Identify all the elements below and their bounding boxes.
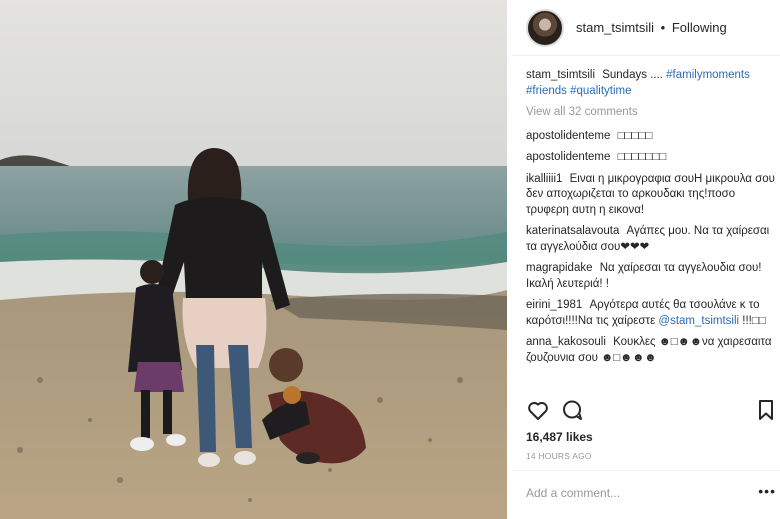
comment-text: □□□□□□□ (617, 151, 667, 163)
comments-list[interactable]: stam_tsimtsili Sundays .... #familymomen… (526, 68, 776, 386)
comment-username[interactable]: eirini_1981 (526, 299, 582, 311)
comment-bubble-icon[interactable] (560, 398, 584, 422)
comment-text: Ειναι η μικρογραφια σουΗ μικρουλα σου δε… (526, 172, 775, 216)
hashtag-qualitytime[interactable]: #qualitytime (570, 85, 631, 97)
comment-mention[interactable]: @stam_tsimtsili (658, 315, 739, 327)
comment-item: ikalliiii1 Ειναι η μικρογραφια σουΗ μικρ… (526, 172, 776, 219)
comment-username[interactable]: apostolidenteme (526, 130, 610, 142)
post-photo[interactable] (0, 0, 507, 519)
comment-item: eirini_1981 Αργότερα αυτές θα τσουλάνε κ… (526, 298, 776, 329)
header-username[interactable]: stam_tsimtsili (576, 20, 654, 35)
comment-username[interactable]: apostolidenteme (526, 151, 610, 163)
caption-username[interactable]: stam_tsimtsili (526, 69, 595, 81)
comment-username[interactable]: anna_kakosouli (526, 336, 606, 348)
comment-username[interactable]: ikalliiii1 (526, 173, 562, 185)
header-text: stam_tsimtsili • Following (576, 20, 727, 35)
likes-count[interactable]: 16,487 likes (526, 430, 593, 444)
comment-username[interactable]: katerinatsalavouta (526, 225, 619, 237)
caption-text: Sundays .... (602, 69, 663, 81)
bookmark-icon[interactable] (754, 398, 778, 422)
comment-item: magrapidake Να χαίρεσαι τα αγγελουδια σο… (526, 261, 776, 292)
hashtag-familymoments[interactable]: #familymoments (666, 69, 750, 81)
comment-username[interactable]: magrapidake (526, 262, 592, 274)
following-button[interactable]: Following (672, 20, 727, 35)
comment-item: katerinatsalavouta Αγάπες μου. Να τα χαί… (526, 224, 776, 255)
more-options-button[interactable]: ••• (758, 483, 776, 499)
action-bar (526, 398, 776, 424)
comment-item: apostolidenteme □□□□□□□ (526, 150, 776, 166)
comment-text: □□□□□ (617, 129, 653, 142)
post-details-panel: stam_tsimtsili • Following stam_tsimtsil… (512, 0, 780, 519)
heart-icon[interactable] (526, 398, 550, 422)
avatar[interactable] (526, 8, 564, 47)
add-comment-bar: ••• (512, 470, 780, 514)
post-timestamp[interactable]: 14 HOURS AGO (526, 451, 592, 461)
post-header: stam_tsimtsili • Following (512, 0, 780, 56)
hashtag-friends[interactable]: #friends (526, 85, 567, 97)
comment-suffix: !!!□□ (742, 314, 766, 327)
comment-item: apostolidenteme □□□□□ (526, 129, 776, 145)
comment-item: anna_kakosouli Κουκλες ☻□☻☻να χαιρεσαιτα… (526, 335, 776, 366)
add-comment-input[interactable] (526, 483, 736, 503)
post-caption: stam_tsimtsili Sundays .... #familymomen… (526, 68, 776, 99)
view-all-comments-link[interactable]: View all 32 comments (526, 105, 776, 121)
beach-photo-image (0, 0, 507, 519)
header-separator: • (660, 20, 666, 35)
